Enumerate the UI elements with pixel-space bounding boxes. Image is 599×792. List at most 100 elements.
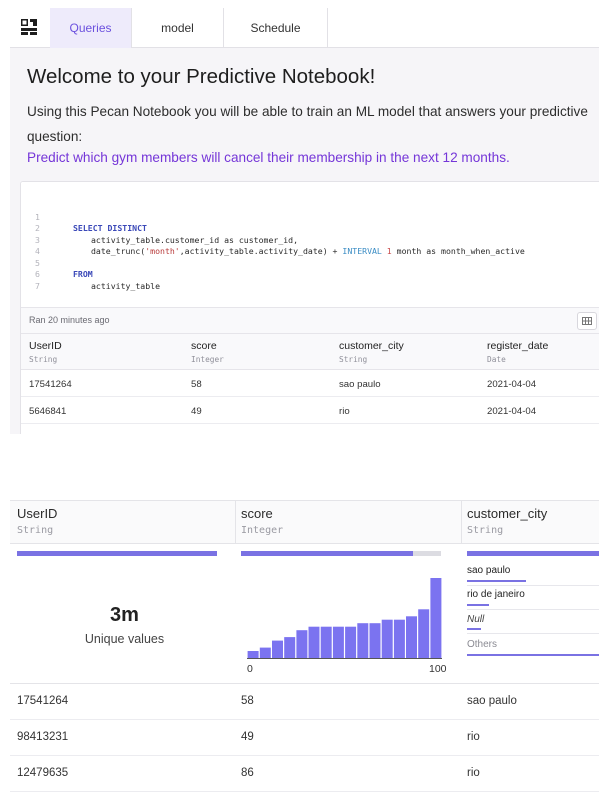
sql-text: activity_table: [91, 280, 161, 291]
code-line: 3 date_trunc('month',activity_table.acti…: [21, 223, 525, 257]
cell-userid: 98413231: [17, 731, 69, 743]
cell-score: 49: [241, 731, 254, 743]
table-header: UserID String score Integer customer_cit…: [21, 334, 599, 370]
code-line: 2 activity_table.customer_id as customer…: [21, 212, 298, 245]
sql-text: activity_table.customer_id as customer_i…: [91, 234, 299, 245]
column-header-userid[interactable]: UserID: [29, 340, 62, 352]
cell-city: rio: [339, 406, 350, 417]
cell-score: 86: [241, 767, 254, 779]
intro-text: Using this Pecan Notebook you will be ab…: [27, 104, 588, 144]
pecan-logo-icon[interactable]: [20, 18, 38, 36]
cell-city: rio: [467, 767, 480, 779]
table-grid-icon: [582, 317, 592, 325]
cell-score: 49: [191, 406, 202, 417]
city-value-item[interactable]: sao paulo: [467, 565, 510, 576]
last-run-status: Ran 20 minutes ago: [29, 315, 110, 325]
notebook-panel: Queries model Schedule Welcome to your P…: [10, 8, 599, 434]
column-header-customer-city[interactable]: customer_city: [339, 340, 404, 352]
code-line: 5 FROM: [21, 246, 93, 280]
query-cell: 1 SELECT DISTINCT 2 activity_table.custo…: [20, 181, 599, 434]
query-status-bar: Ran 20 minutes ago: [21, 308, 599, 334]
histogram-bar[interactable]: [381, 619, 393, 658]
histogram-bar[interactable]: [332, 626, 344, 658]
city-share-bar: [467, 628, 481, 630]
histogram-bar[interactable]: [284, 637, 296, 658]
profile-table-header: UserID String score Integer customer_cit…: [10, 500, 599, 544]
tab-model[interactable]: model: [132, 8, 224, 48]
sql-string: 'month': [145, 246, 180, 256]
cell-city: rio: [467, 731, 480, 743]
cell-score: 58: [191, 379, 202, 390]
cell-userid: 17541264: [17, 695, 69, 707]
column-type: String: [467, 525, 504, 536]
histogram-bar[interactable]: [406, 616, 417, 658]
cell-userid: 12479635: [17, 767, 69, 779]
histogram-tick-label: 100: [429, 663, 447, 675]
divider: [467, 633, 599, 634]
code-line: 1 SELECT DISTINCT: [21, 200, 147, 234]
table-row[interactable]: 5646841 49 rio 2021-04-04: [21, 397, 599, 424]
cell-city: sao paulo: [467, 695, 517, 707]
column-header-register-date[interactable]: register_date: [487, 340, 548, 352]
column-type: Integer: [191, 355, 224, 364]
tab-schedule[interactable]: Schedule: [224, 8, 328, 48]
column-type: String: [17, 525, 54, 536]
predictive-question: Predict which gym members will cancel th…: [27, 150, 510, 165]
cell-register-date: 2021-04-04: [487, 379, 537, 390]
histogram-bar[interactable]: [247, 651, 259, 658]
histogram-bar[interactable]: [345, 626, 357, 658]
column-type: Date: [487, 355, 506, 364]
code-line: 6 activity_table: [21, 258, 160, 291]
table-row[interactable]: 12479635 86 rio: [10, 756, 599, 792]
column-header-score[interactable]: score: [191, 340, 217, 352]
table-row[interactable]: 98413231 49 rio: [10, 720, 599, 756]
column-type: String: [339, 355, 368, 364]
code-line: 7: [21, 269, 60, 291]
city-value-item[interactable]: Null: [467, 614, 484, 625]
histogram-bar[interactable]: [308, 626, 320, 658]
column-summary-row: 3m Unique values 0 100 sao paulo rio de j…: [10, 544, 599, 684]
histogram-bar[interactable]: [296, 630, 308, 658]
sql-text: ,activity_table.activity_date) +: [179, 246, 343, 256]
column-type: String: [29, 355, 58, 364]
column-header-score[interactable]: score: [241, 506, 273, 521]
table-row[interactable]: 17541264 58 sao paulo 2021-04-04: [21, 370, 599, 397]
histogram-bar[interactable]: [272, 640, 283, 658]
column-header-customer-city[interactable]: customer_city: [467, 506, 547, 521]
sql-keyword: SELECT DISTINCT: [73, 223, 147, 233]
code-line: 4: [21, 235, 60, 256]
tab-bar: Queries model Schedule: [10, 8, 599, 48]
city-share-bar: [467, 580, 526, 582]
city-value-item[interactable]: rio de janeiro: [467, 589, 525, 600]
histogram-bar[interactable]: [418, 609, 430, 658]
column-type: Integer: [241, 525, 284, 536]
histogram-bar[interactable]: [430, 578, 442, 658]
divider: [467, 609, 599, 610]
histogram-bar[interactable]: [369, 623, 381, 658]
cell-score: 58: [241, 695, 254, 707]
city-value-item[interactable]: Others: [467, 639, 497, 650]
city-share-bar: [467, 654, 599, 656]
sql-editor[interactable]: 1 SELECT DISTINCT 2 activity_table.custo…: [21, 182, 599, 308]
tab-queries[interactable]: Queries: [50, 8, 132, 48]
sql-function: date_trunc(: [91, 246, 146, 256]
cell-userid: 5646841: [29, 406, 67, 417]
score-histogram[interactable]: 0 100: [10, 544, 599, 684]
data-profile-panel: UserID String score Integer customer_cit…: [10, 500, 599, 792]
cell-register-date: 2021-04-04: [487, 406, 537, 417]
page-title: Welcome to your Predictive Notebook!: [27, 65, 376, 88]
sql-keyword: INTERVAL: [342, 246, 382, 256]
histogram-tick-label: 0: [247, 663, 253, 675]
sql-expression: date_trunc('month',activity_table.activi…: [91, 246, 525, 258]
histogram-bar[interactable]: [320, 626, 332, 658]
histogram-bar[interactable]: [357, 623, 369, 658]
table-view-button[interactable]: [577, 312, 597, 330]
histogram-bar[interactable]: [393, 619, 405, 658]
cell-userid: 17541264: [29, 379, 72, 390]
histogram-bar[interactable]: [259, 647, 271, 658]
sql-text: month as month_when_active: [391, 246, 525, 256]
cell-city: sao paulo: [339, 379, 381, 390]
column-header-userid[interactable]: UserID: [17, 506, 57, 521]
table-row[interactable]: 17541264 58 sao paulo: [10, 684, 599, 720]
divider: [467, 585, 599, 586]
